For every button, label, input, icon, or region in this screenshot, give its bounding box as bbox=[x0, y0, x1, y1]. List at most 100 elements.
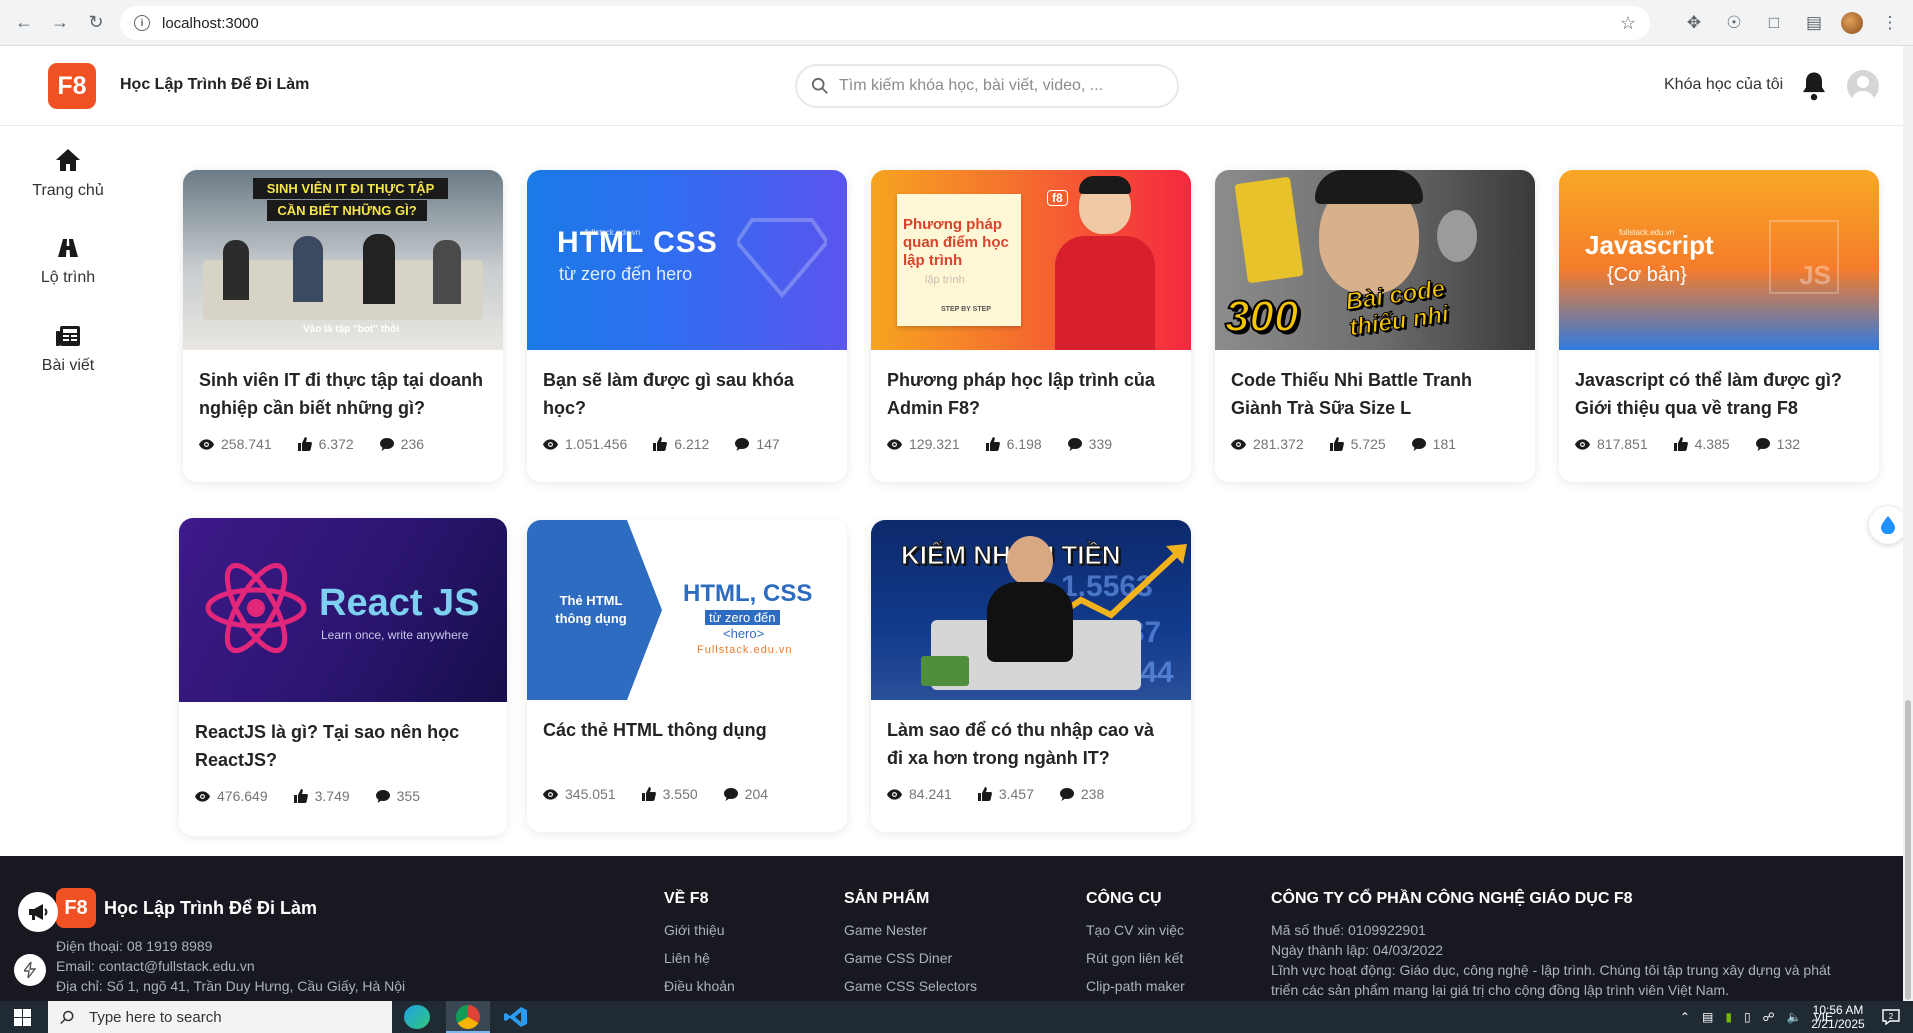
comments-count: 355 bbox=[396, 788, 421, 804]
views-count: 258.741 bbox=[221, 436, 272, 452]
move-icon[interactable]: ✥ bbox=[1681, 10, 1707, 36]
scrollbar-thumb[interactable] bbox=[1905, 700, 1911, 1000]
my-courses-link[interactable]: Khóa học của tôi bbox=[1664, 76, 1783, 94]
post-title[interactable]: Các thẻ HTML thông dụng bbox=[527, 700, 847, 778]
views-stat: 84.241 bbox=[887, 786, 952, 802]
extensions-icon[interactable]: □ bbox=[1761, 10, 1787, 36]
comments-count: 238 bbox=[1080, 786, 1105, 802]
post-thumbnail[interactable]: fullstack.edu.vn Javascript {Cơ bản} JS bbox=[1559, 170, 1879, 350]
post-card[interactable]: 300 Bài code thiếu nhi Code Thiếu Nhi Ba… bbox=[1215, 170, 1535, 482]
footer-logo[interactable]: F8 bbox=[56, 888, 96, 928]
url-text: localhost:3000 bbox=[162, 14, 259, 32]
post-thumbnail[interactable]: SINH VIÊN IT ĐI THỰC TẬP CẦN BIẾT NHỮNG … bbox=[183, 170, 503, 350]
post-card[interactable]: 1.5563 287 2344 KIẾM NHIỀU TIỀN Làm sao … bbox=[871, 520, 1191, 832]
announcement-button[interactable] bbox=[18, 892, 58, 932]
thumb-subtitle: {Cơ bản} bbox=[1607, 264, 1687, 286]
tray-gpu-icon[interactable]: ▮ bbox=[1725, 1010, 1732, 1024]
search-input[interactable] bbox=[839, 77, 1159, 95]
address-bar[interactable]: i localhost:3000 ☆ bbox=[120, 6, 1650, 40]
bookmark-star-icon[interactable]: ☆ bbox=[1620, 13, 1636, 34]
footer-link[interactable]: Game Nester bbox=[844, 922, 927, 938]
person-body bbox=[1055, 236, 1155, 350]
footer-link[interactable]: Tạo CV xin việc bbox=[1086, 922, 1184, 938]
tray-wifi-icon[interactable]: ☍ bbox=[1763, 1010, 1775, 1024]
yellow-card bbox=[1234, 176, 1304, 284]
footer-link[interactable]: Giới thiệu bbox=[664, 922, 725, 938]
tray-volume-icon[interactable]: 🔈 bbox=[1787, 1010, 1802, 1024]
comment-icon bbox=[1067, 437, 1082, 451]
post-card[interactable]: React JS Learn once, write anywhere Reac… bbox=[179, 518, 507, 836]
likes-count: 3.749 bbox=[314, 788, 350, 804]
tray-battery-icon[interactable]: ▯ bbox=[1744, 1010, 1751, 1024]
person-head bbox=[1007, 536, 1053, 586]
site-info-icon[interactable]: i bbox=[134, 15, 150, 31]
compass-icon[interactable]: ☉ bbox=[1721, 10, 1747, 36]
thumb-caption: CẦN BIẾT NHỮNG GÌ? bbox=[267, 200, 427, 221]
footer-about-title: VỀ F8 bbox=[664, 890, 709, 907]
bell-icon[interactable] bbox=[1799, 70, 1829, 102]
sidebar-item-roadmap[interactable]: Lộ trình bbox=[0, 222, 136, 302]
post-thumbnail[interactable]: 300 Bài code thiếu nhi bbox=[1215, 170, 1535, 350]
views-stat: 345.051 bbox=[543, 786, 616, 802]
post-card[interactable]: fullstack.edu.vn HTML CSS từ zero đến he… bbox=[527, 170, 847, 482]
post-card[interactable]: Thẻ HTML thông dụng HTML, CSS từ zero đế… bbox=[527, 520, 847, 832]
post-card[interactable]: Phương pháp quan điểm học lập trình lập … bbox=[871, 170, 1191, 482]
post-thumbnail[interactable]: 1.5563 287 2344 KIẾM NHIỀU TIỀN bbox=[871, 520, 1191, 700]
thumbs-up-icon bbox=[977, 787, 992, 801]
footer-link[interactable]: Game CSS Diner bbox=[844, 950, 952, 966]
post-card[interactable]: SINH VIÊN IT ĐI THỰC TẬP CẦN BIẾT NHỮNG … bbox=[183, 170, 503, 482]
footer-link[interactable]: Game CSS Selectors bbox=[844, 978, 977, 994]
post-thumbnail[interactable]: fullstack.edu.vn HTML CSS từ zero đến he… bbox=[527, 170, 847, 350]
notification-center-icon[interactable]: 2 bbox=[1882, 1009, 1900, 1025]
comments-count: 236 bbox=[400, 436, 425, 452]
sidebar-item-label: Bài viết bbox=[41, 357, 95, 374]
user-avatar[interactable] bbox=[1847, 70, 1879, 102]
comments-count: 339 bbox=[1088, 436, 1113, 452]
assistant-float-button[interactable] bbox=[1869, 506, 1907, 544]
taskbar-clock[interactable]: 10:56 AM 2/21/2025 bbox=[1808, 1003, 1868, 1031]
footer-link[interactable]: Liên hệ bbox=[664, 950, 710, 966]
post-thumbnail[interactable]: React JS Learn once, write anywhere bbox=[179, 518, 507, 702]
post-title[interactable]: Bạn sẽ làm được gì sau khóa học? bbox=[527, 350, 847, 428]
likes-count: 6.198 bbox=[1006, 436, 1042, 452]
thumb-site: Fullstack.edu.vn bbox=[697, 644, 793, 656]
footer-link[interactable]: Điều khoản bbox=[664, 978, 735, 994]
back-icon[interactable]: ← bbox=[6, 5, 42, 41]
chrome-taskbar-item[interactable] bbox=[446, 1001, 490, 1033]
comments-stat: 355 bbox=[375, 788, 421, 804]
tray-chevron-icon[interactable]: ⌃ bbox=[1680, 1010, 1690, 1024]
vscode-icon[interactable] bbox=[504, 1006, 528, 1028]
post-title[interactable]: Phương pháp học lập trình của Admin F8? bbox=[871, 350, 1191, 428]
forward-icon[interactable]: → bbox=[42, 5, 78, 41]
post-title[interactable]: Sinh viên IT đi thực tập tại doanh nghiệ… bbox=[183, 350, 503, 428]
lightning-button[interactable] bbox=[14, 954, 46, 986]
reload-icon[interactable]: ↻ bbox=[78, 5, 114, 41]
comment-icon bbox=[375, 789, 390, 803]
search-icon bbox=[811, 77, 828, 94]
tray-network-icon[interactable]: ▤ bbox=[1702, 1010, 1713, 1024]
windows-start-icon[interactable] bbox=[14, 1009, 31, 1026]
post-card[interactable]: fullstack.edu.vn Javascript {Cơ bản} JS … bbox=[1559, 170, 1879, 482]
post-title[interactable]: Làm sao để có thu nhập cao và đi xa hơn … bbox=[871, 700, 1191, 778]
post-thumbnail[interactable]: Phương pháp quan điểm học lập trình lập … bbox=[871, 170, 1191, 350]
sidepanel-icon[interactable]: ▤ bbox=[1801, 10, 1827, 36]
menu-dots-icon[interactable]: ⋮ bbox=[1877, 10, 1903, 36]
views-count: 1.051.456 bbox=[565, 436, 628, 452]
post-thumbnail[interactable]: Thẻ HTML thông dụng HTML, CSS từ zero đế… bbox=[527, 520, 847, 700]
sidebar-item-blog[interactable]: Bài viết bbox=[0, 310, 136, 390]
sidebar-item-home[interactable]: Trang chủ bbox=[0, 134, 136, 214]
profile-avatar[interactable] bbox=[1841, 12, 1863, 34]
post-title[interactable]: ReactJS là gì? Tại sao nên học ReactJS? bbox=[179, 702, 507, 780]
views-stat: 817.851 bbox=[1575, 436, 1648, 452]
post-title[interactable]: Javascript có thể làm được gì? Giới thiệ… bbox=[1559, 350, 1879, 428]
f8-logo[interactable]: F8 bbox=[48, 63, 96, 109]
footer-link[interactable]: Clip-path maker bbox=[1086, 978, 1185, 994]
edge-icon[interactable] bbox=[404, 1005, 430, 1029]
taskbar-search[interactable]: Type here to search bbox=[48, 1001, 392, 1033]
likes-count: 4.385 bbox=[1694, 436, 1730, 452]
post-title[interactable]: Code Thiếu Nhi Battle Tranh Giành Trà Sữ… bbox=[1215, 350, 1535, 428]
footer-address: Địa chỉ: Số 1, ngõ 41, Trần Duy Hưng, Cầ… bbox=[56, 978, 406, 994]
footer-link[interactable]: Rút gọn liên kết bbox=[1086, 950, 1183, 966]
comment-icon bbox=[735, 437, 750, 451]
search-box[interactable] bbox=[795, 64, 1179, 108]
